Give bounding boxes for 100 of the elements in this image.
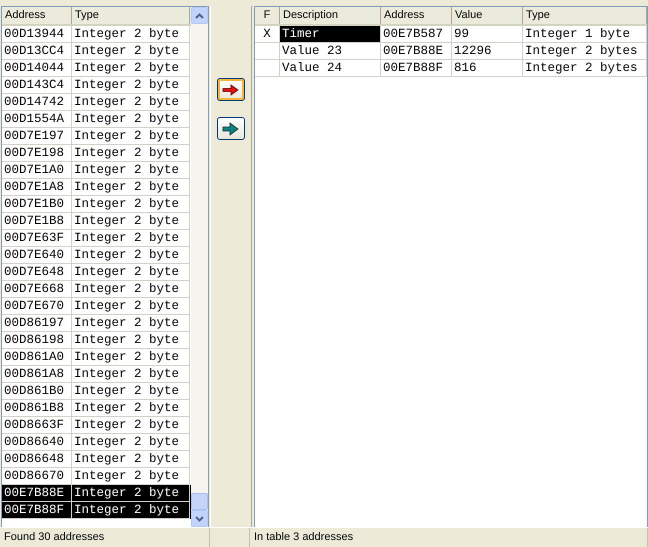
result-row[interactable]: 00D861B0 Integer 2 byte — [2, 383, 191, 400]
column-header[interactable]: Type — [523, 7, 647, 24]
result-row[interactable]: 00D13CC4 Integer 2 byte — [2, 43, 191, 60]
table-cell: Integer 2 byte — [72, 315, 190, 332]
table-cell: Integer 2 byte — [72, 349, 190, 366]
table-cell: Integer 2 byte — [72, 298, 190, 315]
freeze-cell[interactable] — [255, 43, 280, 60]
column-header[interactable]: Address — [2, 7, 72, 24]
table-cell: 99 — [452, 26, 523, 43]
table-cell: Integer 2 byte — [72, 485, 190, 502]
result-row[interactable]: 00D1554A Integer 2 byte — [2, 111, 191, 128]
table-cell: Integer 2 byte — [72, 111, 190, 128]
result-row[interactable]: 00D7E197 Integer 2 byte — [2, 128, 191, 145]
result-row[interactable]: 00D7E63F Integer 2 byte — [2, 230, 191, 247]
table-cell: Integer 2 byte — [72, 247, 190, 264]
table-cell: 816 — [452, 60, 523, 77]
table-cell: Integer 2 byte — [72, 179, 190, 196]
table-cell: Integer 2 byte — [72, 77, 190, 94]
column-header[interactable]: Address — [381, 7, 452, 24]
result-row[interactable]: 00D13944 Integer 2 byte — [2, 26, 191, 43]
result-row[interactable]: 00D14044 Integer 2 byte — [2, 60, 191, 77]
table-cell: 00D861B0 — [2, 383, 72, 400]
freeze-cell[interactable] — [255, 60, 280, 77]
table-cell: 00D7E640 — [2, 247, 72, 264]
result-row[interactable]: 00D7E1B8 Integer 2 byte — [2, 213, 191, 230]
table-cell: Integer 2 byte — [72, 383, 190, 400]
table-cell: 00D7E668 — [2, 281, 72, 298]
table-cell[interactable]: Value 24 — [280, 60, 381, 77]
table-cell[interactable]: Value 23 — [280, 43, 381, 60]
add-to-table-button[interactable] — [217, 78, 245, 101]
column-header[interactable]: Description — [280, 7, 381, 24]
result-row[interactable]: 00D7E1B0 Integer 2 byte — [2, 196, 191, 213]
add-address-button[interactable] — [217, 117, 245, 140]
column-header[interactable]: Value — [452, 7, 523, 24]
table-cell: 00D7E1B0 — [2, 196, 72, 213]
table-cell: 00E7B88F — [2, 502, 72, 519]
table-cell: Integer 2 byte — [72, 60, 190, 77]
right-arrow-icon — [222, 122, 240, 136]
scroll-thumb[interactable] — [191, 493, 208, 510]
table-cell: Integer 2 byte — [72, 451, 190, 468]
table-cell: Integer 2 byte — [72, 94, 190, 111]
result-row[interactable]: 00D143C4 Integer 2 byte — [2, 77, 191, 94]
table-cell: 00D861A8 — [2, 366, 72, 383]
result-row[interactable]: 00D7E668 Integer 2 byte — [2, 281, 191, 298]
up-chevron-icon — [195, 12, 204, 18]
result-row[interactable]: 00D8663F Integer 2 byte — [2, 417, 191, 434]
result-row[interactable]: 00D14742 Integer 2 byte — [2, 94, 191, 111]
status-text: In table 3 addresses — [250, 528, 648, 547]
column-header[interactable]: Type — [72, 7, 190, 24]
result-row[interactable]: 00D861B8 Integer 2 byte — [2, 400, 191, 417]
table-cell: Integer 2 byte — [72, 128, 190, 145]
scroll-down-button[interactable] — [191, 510, 208, 527]
result-row[interactable]: 00D7E1A8 Integer 2 byte — [2, 179, 191, 196]
right-arrow-icon — [222, 84, 240, 96]
table-cell: Integer 2 byte — [72, 434, 190, 451]
table-cell: 00E7B88E — [381, 43, 452, 60]
table-cell: 00D13CC4 — [2, 43, 72, 60]
table-cell: Integer 2 byte — [72, 264, 190, 281]
table-cell: 00D86198 — [2, 332, 72, 349]
table-cell: 00D7E1A8 — [2, 179, 72, 196]
table-cell: 12296 — [452, 43, 523, 60]
scroll-up-button[interactable] — [191, 7, 208, 24]
table-cell: 00E7B587 — [381, 26, 452, 43]
table-cell: Integer 2 byte — [72, 230, 190, 247]
result-row[interactable]: 00D861A8 Integer 2 byte — [2, 366, 191, 383]
result-row[interactable]: 00D7E670 Integer 2 byte — [2, 298, 191, 315]
table-cell: Integer 2 byte — [72, 366, 190, 383]
table-cell: 00D7E1A0 — [2, 162, 72, 179]
table-cell: Integer 2 byte — [72, 145, 190, 162]
result-row[interactable]: 00D7E640 Integer 2 byte — [2, 247, 191, 264]
result-row[interactable]: 00D7E648 Integer 2 byte — [2, 264, 191, 281]
result-row[interactable]: 00D86640 Integer 2 byte — [2, 434, 191, 451]
table-cell: 00D1554A — [2, 111, 72, 128]
result-row[interactable]: 00E7B88F Integer 2 byte — [2, 502, 191, 519]
result-row[interactable]: 00D86648 Integer 2 byte — [2, 451, 191, 468]
table-cell: Integer 2 byte — [72, 400, 190, 417]
result-row[interactable]: 00D86198 Integer 2 byte — [2, 332, 191, 349]
result-row[interactable]: 00D7E198 Integer 2 byte — [2, 145, 191, 162]
table-cell[interactable]: Timer — [280, 26, 381, 43]
table-cell: 00E7B88E — [2, 485, 72, 502]
result-row[interactable]: 00D86197 Integer 2 byte — [2, 315, 191, 332]
table-cell: Integer 2 byte — [72, 26, 190, 43]
table-cell: 00D13944 — [2, 26, 72, 43]
table-cell: Integer 2 byte — [72, 281, 190, 298]
result-row[interactable]: 00D861A0 Integer 2 byte — [2, 349, 191, 366]
table-cell: Integer 2 byte — [72, 43, 190, 60]
table-cell: 00D14044 — [2, 60, 72, 77]
result-row[interactable]: 00E7B88E Integer 2 byte — [2, 485, 191, 502]
table-cell: 00D861B8 — [2, 400, 72, 417]
table-cell: 00D7E648 — [2, 264, 72, 281]
table-cell: 00D7E198 — [2, 145, 72, 162]
table-cell: 00D7E1B8 — [2, 213, 72, 230]
table-cell: 00D86648 — [2, 451, 72, 468]
table-cell: Integer 2 byte — [72, 417, 190, 434]
result-row[interactable]: 00D7E1A0 Integer 2 byte — [2, 162, 191, 179]
column-header[interactable]: F — [255, 7, 280, 24]
table-cell: Integer 2 byte — [72, 332, 190, 349]
down-chevron-icon — [195, 516, 204, 522]
scrollbar[interactable] — [191, 7, 208, 527]
table-cell: 00D14742 — [2, 94, 72, 111]
